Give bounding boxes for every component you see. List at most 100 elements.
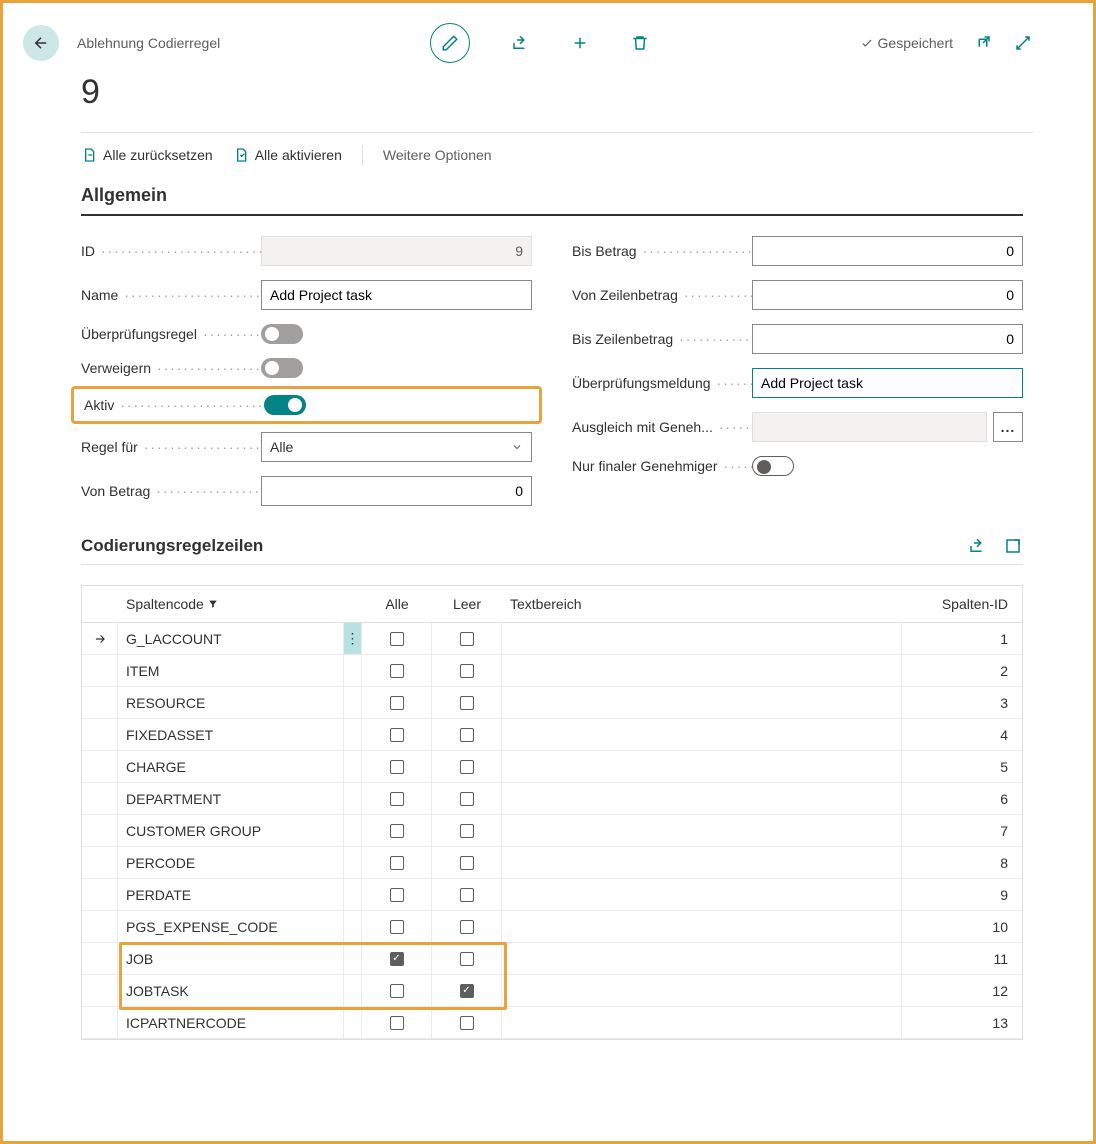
popout-button[interactable] xyxy=(973,33,993,53)
col-id-header[interactable]: Spalten-ID xyxy=(902,586,1022,622)
row-selector[interactable] xyxy=(82,911,118,942)
final-only-toggle[interactable] xyxy=(752,456,794,476)
cell-empty[interactable] xyxy=(432,1007,502,1038)
checkbox[interactable] xyxy=(390,984,404,998)
table-row[interactable]: JOB11 xyxy=(82,943,1022,975)
row-menu-button[interactable] xyxy=(344,783,362,814)
expand-button[interactable] xyxy=(1013,33,1033,53)
cell-text[interactable] xyxy=(502,1007,902,1038)
row-menu-button[interactable] xyxy=(344,975,362,1006)
row-selector[interactable] xyxy=(82,655,118,686)
checkbox[interactable] xyxy=(460,696,474,710)
checkbox[interactable] xyxy=(460,760,474,774)
table-row[interactable]: G_LACCOUNT⋮1 xyxy=(82,623,1022,655)
cell-code[interactable]: JOB xyxy=(118,943,344,974)
check-rule-toggle[interactable] xyxy=(261,324,303,344)
checkbox[interactable] xyxy=(460,664,474,678)
lines-expand-button[interactable] xyxy=(1003,536,1023,556)
checkbox[interactable] xyxy=(390,792,404,806)
cell-text[interactable] xyxy=(502,623,902,654)
cell-empty[interactable] xyxy=(432,975,502,1006)
cell-all[interactable] xyxy=(362,751,432,782)
checkbox[interactable] xyxy=(390,664,404,678)
table-row[interactable]: FIXEDASSET4 xyxy=(82,719,1022,751)
checkbox[interactable] xyxy=(460,952,474,966)
checkbox[interactable] xyxy=(460,888,474,902)
row-menu-button[interactable] xyxy=(344,1007,362,1038)
activate-all-action[interactable]: Alle aktivieren xyxy=(233,147,342,163)
cell-text[interactable] xyxy=(502,943,902,974)
delete-button[interactable] xyxy=(630,33,650,53)
row-menu-button[interactable] xyxy=(344,751,362,782)
row-selector[interactable] xyxy=(82,847,118,878)
checkbox[interactable] xyxy=(390,824,404,838)
more-options-action[interactable]: Weitere Optionen xyxy=(383,147,492,163)
cell-text[interactable] xyxy=(502,847,902,878)
row-selector[interactable] xyxy=(82,815,118,846)
checkbox[interactable] xyxy=(390,728,404,742)
col-text-header[interactable]: Textbereich xyxy=(502,586,902,622)
checkbox[interactable] xyxy=(390,888,404,902)
checkbox[interactable] xyxy=(390,920,404,934)
table-row[interactable]: DEPARTMENT6 xyxy=(82,783,1022,815)
row-selector[interactable] xyxy=(82,719,118,750)
table-row[interactable]: PGS_EXPENSE_CODE10 xyxy=(82,911,1022,943)
table-row[interactable]: PERDATE9 xyxy=(82,879,1022,911)
row-selector[interactable] xyxy=(82,943,118,974)
checkbox[interactable] xyxy=(460,792,474,806)
cell-all[interactable] xyxy=(362,623,432,654)
share-button[interactable] xyxy=(510,33,530,53)
checkbox[interactable] xyxy=(460,984,474,998)
row-selector[interactable] xyxy=(82,687,118,718)
row-menu-button[interactable] xyxy=(344,719,362,750)
checkbox[interactable] xyxy=(390,760,404,774)
cell-text[interactable] xyxy=(502,687,902,718)
cell-code[interactable]: FIXEDASSET xyxy=(118,719,344,750)
checkbox[interactable] xyxy=(390,1016,404,1030)
active-toggle[interactable] xyxy=(264,395,306,415)
cell-text[interactable] xyxy=(502,751,902,782)
cell-all[interactable] xyxy=(362,847,432,878)
cell-empty[interactable] xyxy=(432,847,502,878)
cell-code[interactable]: RESOURCE xyxy=(118,687,344,718)
cell-empty[interactable] xyxy=(432,719,502,750)
cell-all[interactable] xyxy=(362,879,432,910)
checkbox[interactable] xyxy=(390,696,404,710)
to-line-amount-field[interactable] xyxy=(752,324,1023,354)
cell-empty[interactable] xyxy=(432,751,502,782)
cell-text[interactable] xyxy=(502,655,902,686)
cell-empty[interactable] xyxy=(432,687,502,718)
reset-all-action[interactable]: Alle zurücksetzen xyxy=(81,147,213,163)
cell-code[interactable]: CHARGE xyxy=(118,751,344,782)
cell-code[interactable]: CUSTOMER GROUP xyxy=(118,815,344,846)
name-field[interactable] xyxy=(261,280,532,310)
checkbox[interactable] xyxy=(460,1016,474,1030)
back-button[interactable] xyxy=(23,25,59,61)
check-message-field[interactable] xyxy=(752,368,1023,398)
row-menu-button[interactable] xyxy=(344,943,362,974)
cell-all[interactable] xyxy=(362,783,432,814)
table-row[interactable]: CUSTOMER GROUP7 xyxy=(82,815,1022,847)
row-selector[interactable] xyxy=(82,783,118,814)
cell-text[interactable] xyxy=(502,879,902,910)
row-selector[interactable] xyxy=(82,623,118,654)
checkbox[interactable] xyxy=(390,632,404,646)
table-row[interactable]: PERCODE8 xyxy=(82,847,1022,879)
row-selector[interactable] xyxy=(82,879,118,910)
checkbox[interactable] xyxy=(390,856,404,870)
cell-empty[interactable] xyxy=(432,943,502,974)
table-row[interactable]: ITEM2 xyxy=(82,655,1022,687)
col-empty-header[interactable]: Leer xyxy=(432,586,502,622)
cell-empty[interactable] xyxy=(432,879,502,910)
from-amount-field[interactable] xyxy=(261,476,532,506)
cell-empty[interactable] xyxy=(432,783,502,814)
checkbox[interactable] xyxy=(460,856,474,870)
cell-all[interactable] xyxy=(362,943,432,974)
edit-button[interactable] xyxy=(430,23,470,63)
row-menu-button[interactable] xyxy=(344,879,362,910)
table-row[interactable]: JOBTASK12 xyxy=(82,975,1022,1007)
cell-code[interactable]: PERCODE xyxy=(118,847,344,878)
checkbox[interactable] xyxy=(460,824,474,838)
cell-all[interactable] xyxy=(362,719,432,750)
col-all-header[interactable]: Alle xyxy=(362,586,432,622)
